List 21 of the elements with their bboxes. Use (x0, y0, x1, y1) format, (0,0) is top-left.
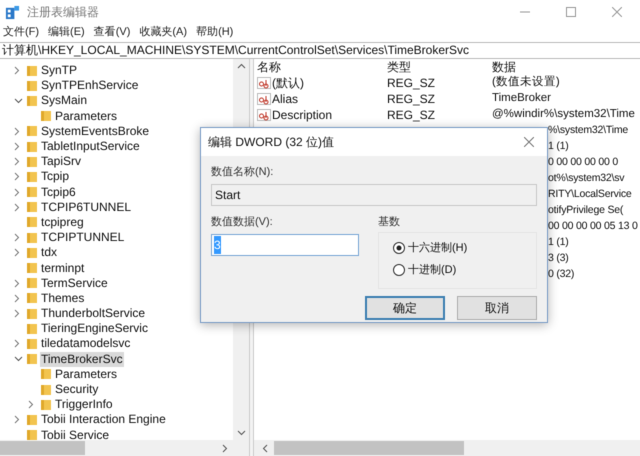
field-label: 数值名称(N): (211, 165, 274, 179)
table-cell-text: 00 00 00 00 05 13 0 (548, 219, 638, 234)
dialog-title: 编辑 DWORD (32 位)值 (208, 134, 334, 151)
table-cell-text: 0 (32) (548, 267, 574, 282)
table-cell-text: REG_SZ (387, 107, 436, 124)
table-cell-text: (数值未设置) (492, 75, 560, 90)
window-title: 注册表编辑器 (27, 4, 99, 21)
table-cell-text: %\system32\Time (548, 123, 628, 138)
table-cell-text: 1 (1) (548, 139, 569, 154)
table-cell-text: @%windir%\system32\Time (492, 107, 635, 122)
field-label: 数值数据(V): (211, 215, 274, 229)
table-cell-text: TimeBroker (492, 91, 551, 106)
table-cell-text: 1 (1) (548, 235, 569, 250)
table-cell-text: 3 (3) (548, 251, 569, 266)
table-cell-text: REG_SZ (387, 75, 436, 92)
table-cell-text: 0 00 00 00 00 0 (548, 155, 618, 170)
group-label: 基数 (378, 215, 401, 229)
table-cell-text: REG_SZ (387, 91, 436, 108)
table-cell-text: ot%\system32\sv (548, 171, 624, 186)
table-cell-text: otifyPrivilege Se( (548, 203, 624, 218)
table-cell-text: RITY\LocalService (548, 187, 632, 202)
